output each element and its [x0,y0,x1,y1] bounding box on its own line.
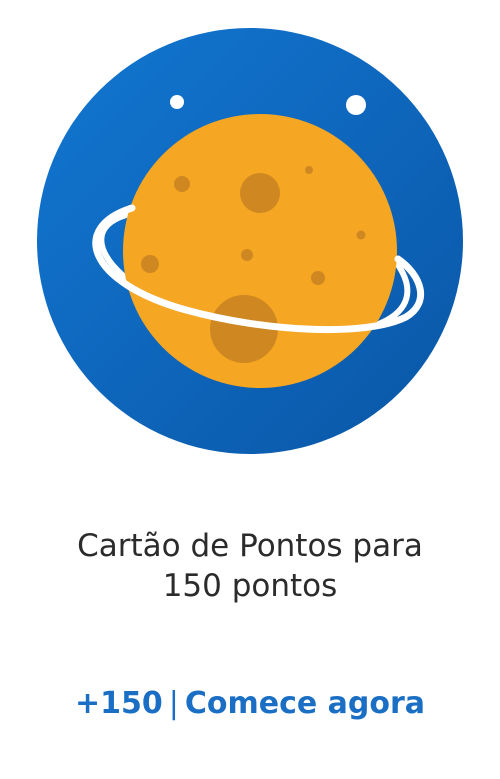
points-value: +150 [74,686,163,721]
crater [240,173,280,213]
crater [141,255,159,273]
title-line-1: Cartão de Pontos para [77,528,423,564]
crater [241,249,253,261]
crater [356,230,366,240]
title-line-2: 150 pontos [162,568,338,604]
crater [174,176,190,192]
start-now-link[interactable]: +150 | Comece agora [40,683,460,725]
star-large [346,95,366,115]
crater [311,271,325,285]
planet-icon [37,28,463,454]
start-now-label: Comece agora [184,686,426,721]
rewards-card[interactable]: Cartão de Pontos para 150 pontos +150 | Co… [0,0,500,779]
crater [305,166,313,174]
separator: | [168,686,179,721]
star-small [170,95,184,109]
card-title: Cartão de Pontos para 150 pontos [40,526,460,606]
